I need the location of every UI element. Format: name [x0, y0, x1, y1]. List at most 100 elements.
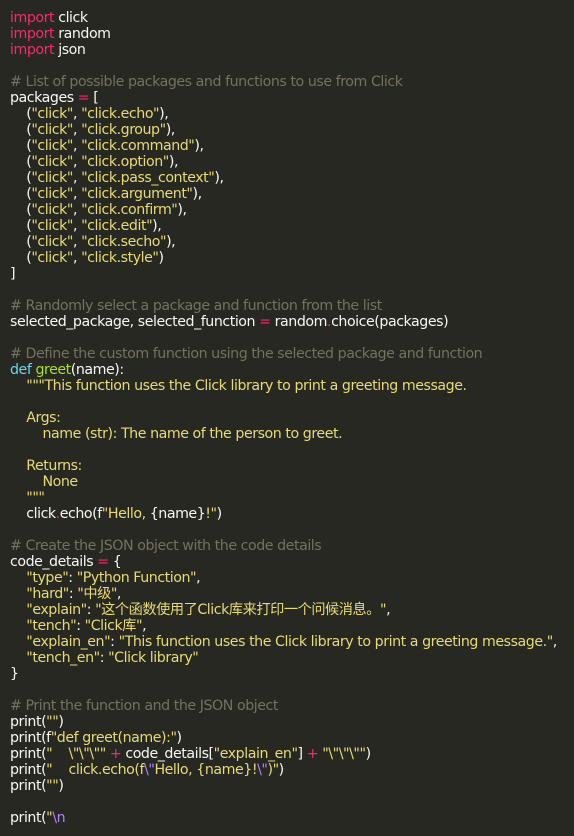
string-token: "click" [31, 202, 73, 218]
identifier-token: code_details [10, 554, 98, 570]
identifier-token: : [110, 634, 119, 650]
code-line: packages = [ [10, 90, 574, 106]
identifier-token [10, 618, 26, 634]
string-token: "click.echo" [81, 106, 160, 122]
identifier-token: , [72, 106, 82, 122]
code-line: print("") [10, 714, 574, 730]
operator-token: + [109, 746, 122, 762]
identifier-token: ( [10, 170, 32, 186]
string-token: "click" [31, 218, 73, 234]
string-token: "click.pass_context" [81, 170, 215, 186]
identifier-token: ), [159, 106, 169, 122]
string-token: "Click library" [108, 650, 199, 666]
code-line: print(" click.echo(f\"Hello, {name}!\")"… [10, 762, 574, 778]
string-token: Hello, {name}! [154, 762, 258, 778]
identifier-token: : [76, 618, 85, 634]
string-token: "click.secho" [81, 234, 167, 250]
code-line: "explain_en": "This function uses the Cl… [10, 634, 574, 650]
code-line: """ [10, 490, 574, 506]
code-line: ("click", "click.option"), [10, 154, 574, 170]
string-token: "tench_en" [26, 650, 100, 666]
code-line: selected_package, selected_function = ra… [10, 314, 574, 330]
identifier-token: click [54, 10, 88, 26]
identifier-token: ( [10, 202, 32, 218]
identifier-token: packages [10, 90, 78, 106]
string-token: "click" [31, 186, 73, 202]
string-token: Args: [10, 410, 61, 426]
code-line: "type": "Python Function", [10, 570, 574, 586]
identifier-token: ) [176, 730, 183, 746]
identifier-token: , [72, 202, 82, 218]
code-line: ("click", "click.argument"), [10, 186, 574, 202]
code-line: "tench_en": "Click library" [10, 650, 574, 666]
identifier-token [10, 586, 26, 602]
identifier-token: random [270, 314, 328, 330]
string-token: "explain" [26, 602, 87, 618]
identifier-token: selected_package, selected_function [10, 314, 260, 330]
string-token: "explain_en" [213, 746, 298, 762]
identifier-token: , [72, 186, 82, 202]
comment-token: # Print the function and the JSON object [10, 698, 278, 714]
string-token: "click" [31, 138, 73, 154]
comment-token: # Define the custom function using the s… [10, 346, 483, 362]
identifier-token: ( [10, 138, 32, 154]
identifier-token: , [116, 586, 122, 602]
identifier-token: print( [10, 762, 47, 778]
identifier-token: print( [10, 778, 47, 794]
identifier-token: print( [10, 714, 47, 730]
operator-token: = [77, 90, 90, 106]
comment-token: # Create the JSON object with the code d… [10, 538, 322, 554]
code-line: Returns: [10, 458, 574, 474]
identifier-token: { [108, 554, 122, 570]
identifier-token [10, 570, 26, 586]
identifier-token: } [10, 666, 19, 682]
identifier-token: , [196, 570, 201, 586]
string-token: "中级" [77, 586, 117, 602]
identifier-token [10, 634, 26, 650]
code-editor[interactable]: import click import random import json # Li… [0, 0, 574, 836]
identifier-token: print( [10, 746, 47, 762]
identifier-token: echo(f [59, 506, 102, 522]
string-token: "" [46, 714, 59, 730]
identifier-token: click [10, 506, 56, 522]
comment-token: # Randomly select a package and function… [10, 298, 382, 314]
string-token: "click" [31, 122, 73, 138]
string-token: "type" [26, 570, 69, 586]
code-line: ("click", "click.pass_context"), [10, 170, 574, 186]
identifier-token [10, 650, 26, 666]
string-token: name (str): The name of the person to gr… [10, 426, 343, 442]
string-token: "Python Function" [76, 570, 197, 586]
code-line: print("\n [10, 810, 574, 826]
identifier-token: choice(packages) [331, 314, 449, 330]
string-token: )" [267, 762, 280, 778]
identifier-token: ) [58, 778, 64, 794]
escape-token: \n [52, 810, 66, 826]
operator-token: + [306, 746, 319, 762]
code-line: ("click", "click.secho"), [10, 234, 574, 250]
identifier-token: , [72, 122, 82, 138]
identifier-token: , [72, 170, 82, 186]
code-line: # Randomly select a package and function… [10, 298, 574, 314]
identifier-token: ), [194, 138, 204, 154]
code-line: # List of possible packages and function… [10, 74, 574, 90]
identifier-token: , [72, 154, 82, 170]
string-token: "click" [31, 250, 73, 266]
identifier-token: ( [10, 122, 32, 138]
code-line: ("click", "click.style") [10, 250, 574, 266]
string-token: "click.style" [81, 250, 159, 266]
string-token: "Hello, [101, 506, 150, 522]
code-line: ("click", "click.echo"), [10, 106, 574, 122]
identifier-token: ) [365, 746, 372, 762]
code-line: import json [10, 42, 574, 58]
identifier-token: ( [10, 154, 32, 170]
string-token: " click.echo(f [46, 762, 145, 778]
string-token: "click" [31, 234, 73, 250]
code-line: click.echo(f"Hello, {name}!") [10, 506, 574, 522]
identifier-token: print(f [10, 730, 51, 746]
string-token: Returns: [10, 458, 82, 474]
code-line: # Print the function and the JSON object [10, 698, 574, 714]
string-token: """This function uses the Click library … [10, 378, 467, 394]
